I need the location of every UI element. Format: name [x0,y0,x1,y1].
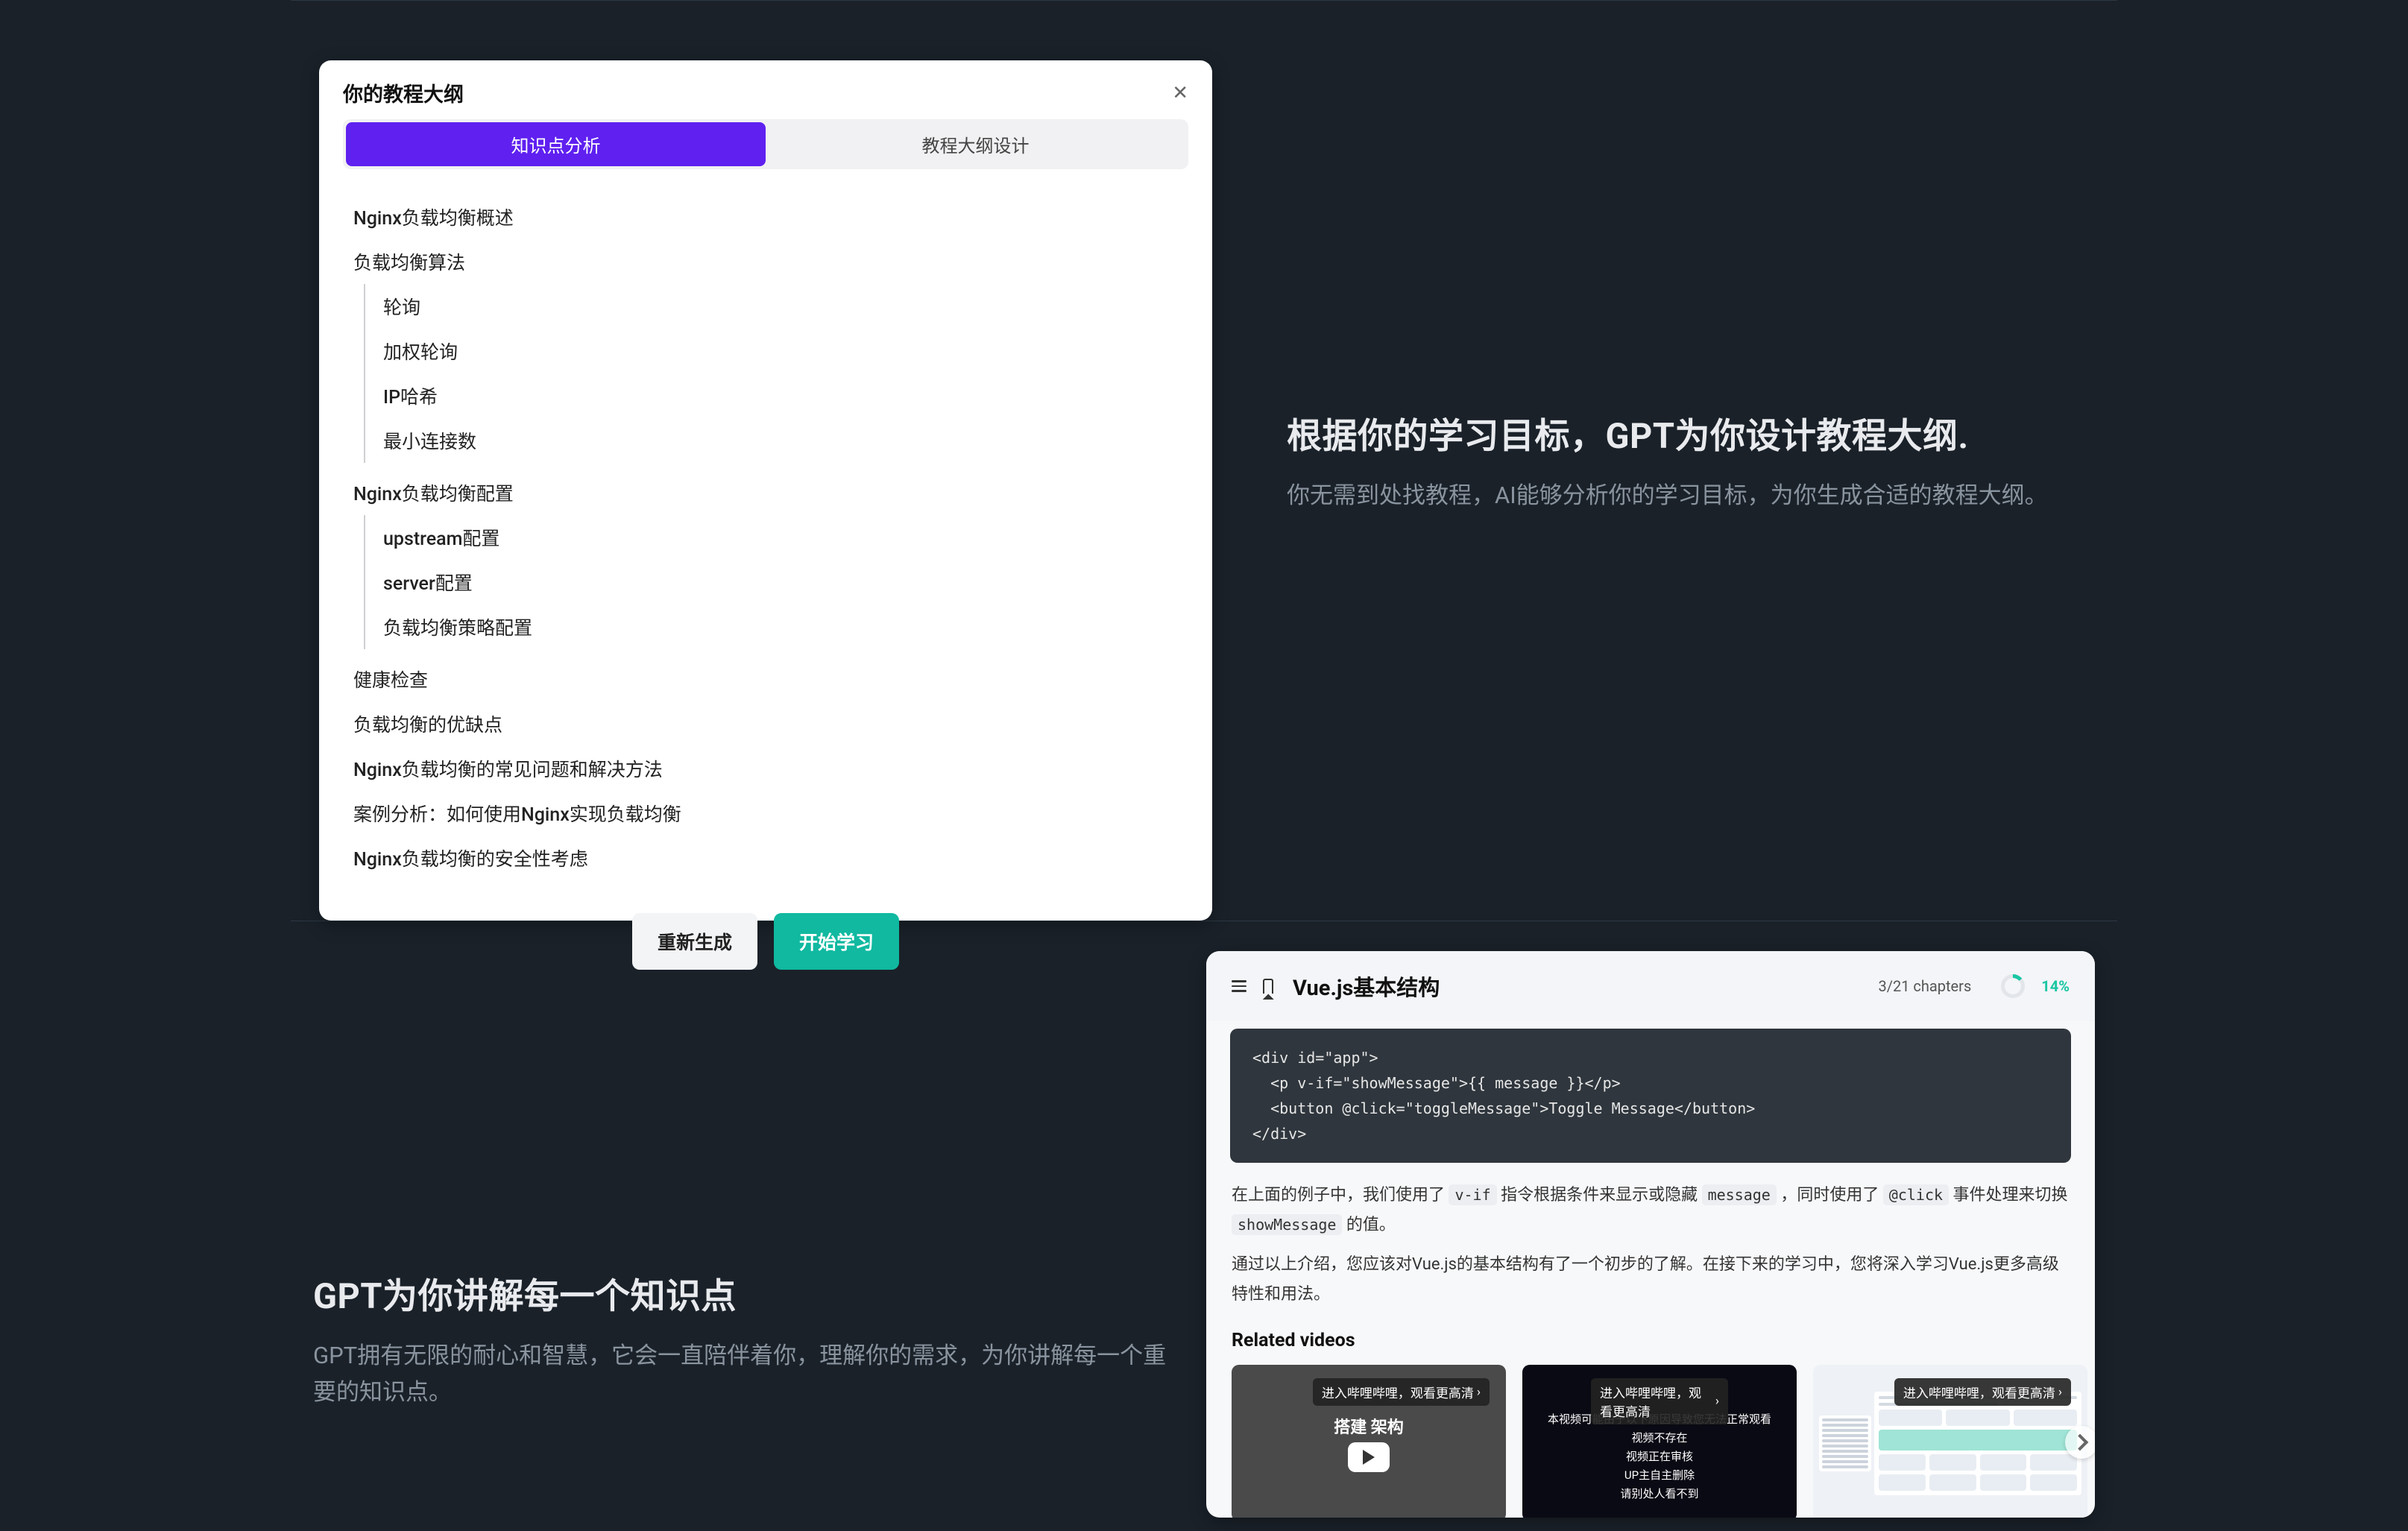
lesson-paragraph: 在上面的例子中，我们使用了 v-if 指令根据条件来显示或隐藏 message … [1206,1178,2095,1247]
related-videos-heading: Related videos [1206,1316,2095,1359]
inline-code: showMessage [1232,1214,1342,1235]
bilibili-toast: 进入哔哩哔哩，观看更高清 › [1313,1378,1490,1406]
video-thumbnail: 进入哔哩哔哩，观看更高清 › 搭建 架构 [1232,1365,1506,1518]
outline-subitem[interactable]: 最小连接数 [383,418,1178,463]
thumb-subtext: 视频正在审核 [1626,1448,1693,1464]
video-card[interactable]: 进入哔哩哔哩，观看更高清 › 【实战教程】Spring Boot+Vue.js+… [1813,1365,2087,1518]
outline-item[interactable]: Nginx负载均衡概述 [353,195,1178,239]
outline-modal: 你的教程大纲 ✕ 知识点分析 教程大纲设计 Nginx负载均衡概述 负载均衡算法… [319,60,1212,921]
text-segment: 的值。 [1342,1216,1395,1234]
outline-subitem[interactable]: 负载均衡策略配置 [383,604,1178,649]
inline-code: message [1702,1184,1777,1205]
feature-section-explain: GPT为你讲解每一个知识点 GPT拥有无限的耐心和智慧，它会一直陪伴着你，理解你… [0,921,2408,1518]
outline-subitem[interactable]: 轮询 [383,284,1178,329]
section2-title: GPT为你讲解每一个知识点 [313,1267,1170,1319]
related-videos-row: 进入哔哩哔哩，观看更高清 › 搭建 架构 2023年最新版Vue.js 3 + … [1206,1359,2095,1518]
toast-text: 进入哔哩哔哩，观看更高清 [1322,1383,1474,1401]
outline-item[interactable]: Nginx负载均衡配置 [353,470,1178,515]
toast-text: 进入哔哩哔哩，观看更高清 [1600,1383,1712,1420]
thumb-subtext: 视频不存在 [1631,1430,1687,1445]
tab-design[interactable]: 教程大纲设计 [766,122,1185,166]
modal-title: 你的教程大纲 [343,78,464,107]
chevron-right-icon: › [2058,1385,2062,1400]
chevron-right-icon: › [1477,1385,1481,1400]
scroll-right-button[interactable] [2065,1426,2095,1459]
lesson-reader: Vue.js基本结构 3/21 chapters 14% <div id="ap… [1206,951,2095,1518]
bookmark-icon[interactable] [1263,979,1273,994]
section1-copy: 根据你的学习目标，GPT为你设计教程大纲. 你无需到处找教程，AI能够分析你的学… [1287,1,2117,921]
outline-subitem[interactable]: 加权轮询 [383,329,1178,373]
progress-ring-icon [2001,974,2025,998]
outline-item[interactable]: 案例分析：如何使用Nginx实现负载均衡 [353,791,1178,836]
outline-item[interactable]: 负载均衡算法 [353,239,1178,284]
outline-item[interactable]: 负载均衡的优缺点 [353,701,1178,746]
video-card[interactable]: 进入哔哩哔哩，观看更高清 › 搭建 架构 2023年最新版Vue.js 3 + … [1232,1365,1506,1518]
bilibili-toast: 进入哔哩哔哩，观看更高清 › [1894,1378,2071,1406]
text-segment: ，同时使用了 [1777,1186,1883,1205]
video-thumbnail: 进入哔哩哔哩，观看更高清 › 本视频可能由于以下原因导致您无法正常观看 视频不存… [1522,1365,1797,1518]
inline-code: v-if [1449,1184,1496,1205]
toast-text: 进入哔哩哔哩，观看更高清 [1903,1383,2055,1401]
text-segment: 在上面的例子中，我们使用了 [1232,1186,1449,1205]
video-thumbnail: 进入哔哩哔哩，观看更高清 › [1813,1365,2087,1518]
section1-subtitle: 你无需到处找教程，AI能够分析你的学习目标，为你生成合适的教程大纲。 [1287,478,2117,514]
code-snippet: <div id="app"> <p v-if="showMessage">{{ … [1230,1029,2071,1163]
video-card[interactable]: 进入哔哩哔哩，观看更高清 › 本视频可能由于以下原因导致您无法正常观看 视频不存… [1522,1365,1797,1518]
inline-code: @click [1883,1184,1949,1205]
text-segment: 事件处理来切换 [1949,1186,2067,1205]
outline-item[interactable]: Nginx负载均衡的常见问题和解决方法 [353,746,1178,791]
section2-subtitle: GPT拥有无限的耐心和智慧，它会一直陪伴着你，理解你的需求，为你讲解每一个重要的… [313,1338,1170,1410]
text-segment: 指令根据条件来显示或隐藏 [1497,1186,1702,1205]
section1-title: 根据你的学习目标，GPT为你设计教程大纲. [1287,407,2117,458]
chevron-right-icon: › [1715,1394,1719,1409]
outline-body: Nginx负载均衡概述 负载均衡算法 轮询 加权轮询 IP哈希 最小连接数 Ng… [343,195,1188,880]
chapter-count: 3/21 chapters [1878,977,1971,995]
outline-subitem[interactable]: IP哈希 [383,373,1178,418]
outline-subitem[interactable]: upstream配置 [383,515,1178,560]
thumb-subtext: UP主自主删除 [1624,1467,1695,1483]
modal-tabs: 知识点分析 教程大纲设计 [343,119,1188,169]
thumb-subtext: 请别处人看不到 [1620,1486,1698,1501]
bilibili-toast: 进入哔哩哔哩，观看更高清 › [1591,1378,1728,1424]
tab-analysis[interactable]: 知识点分析 [346,122,766,166]
play-icon [1348,1442,1390,1472]
close-icon[interactable]: ✕ [1172,83,1188,103]
menu-icon[interactable] [1232,980,1246,992]
outline-item[interactable]: 健康检查 [353,657,1178,701]
section2-copy: GPT为你讲解每一个知识点 GPT拥有无限的耐心和智慧，它会一直陪伴着你，理解你… [313,1160,1170,1518]
feature-section-outline: 你的教程大纲 ✕ 知识点分析 教程大纲设计 Nginx负载均衡概述 负载均衡算法… [0,1,2408,921]
outline-item[interactable]: Nginx负载均衡的安全性考虑 [353,836,1178,880]
lesson-paragraph: 通过以上介绍，您应该对Vue.js的基本结构有了一个初步的了解。在接下来的学习中… [1206,1247,2095,1316]
thumb-overlay-text: 搭建 架构 [1334,1414,1403,1438]
outline-subitem[interactable]: server配置 [383,560,1178,604]
lesson-title: Vue.js基本结构 [1293,970,1440,1002]
progress-percent: 14% [2041,977,2070,995]
